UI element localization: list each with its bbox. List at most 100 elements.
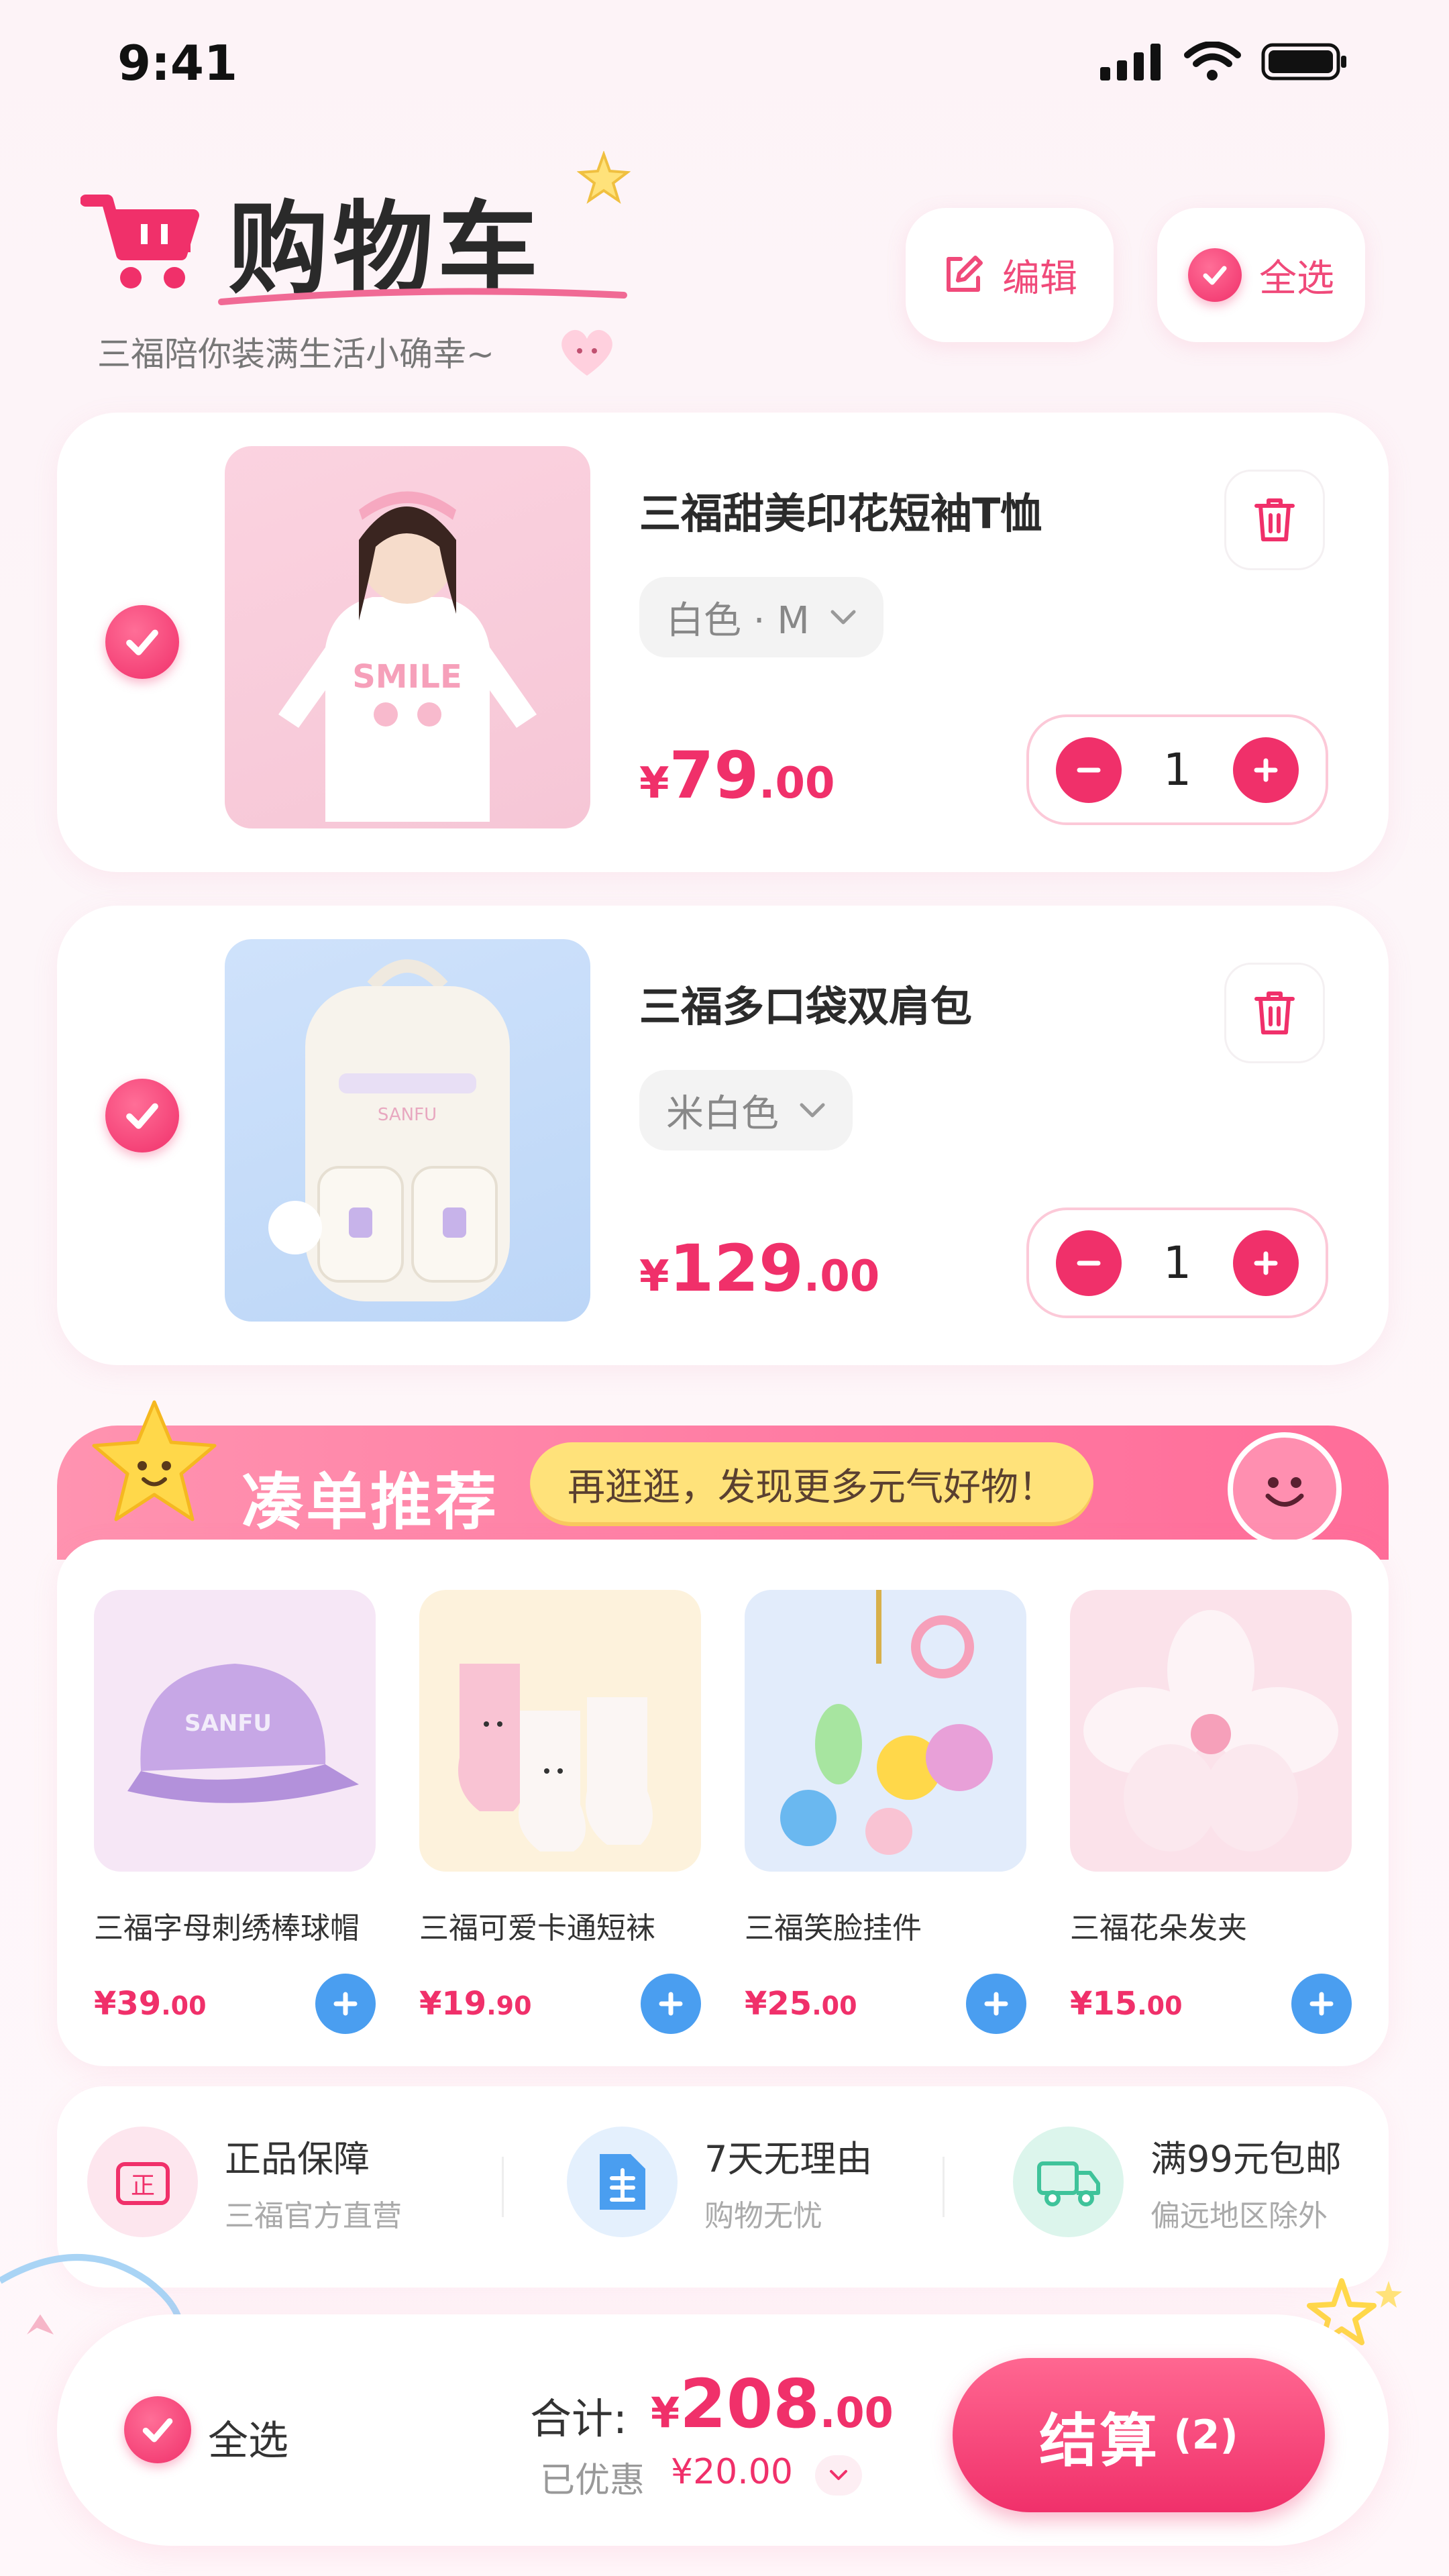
delete-button[interactable] [1224,470,1325,570]
delete-button[interactable] [1224,963,1325,1063]
divider [502,2157,504,2217]
select-all-checkbox[interactable] [124,2396,191,2463]
smiley-badge-icon [1228,1432,1342,1546]
guarantee-shipping: 满99元包邮 偏远地区除外 [1013,2127,1342,2237]
select-all-label[interactable]: 全选 [208,2408,288,2467]
smiling-star-icon [92,1400,217,1521]
recommend-price: ¥15.00 [1070,1985,1183,2023]
item-checkbox[interactable] [105,605,179,679]
edit-button[interactable]: 编辑 [906,208,1114,342]
discount-details-toggle[interactable] [815,2455,862,2496]
recommend-item[interactable]: 三福花朵发夹 ¥15.00 [1070,1590,1352,2034]
select-all-label: 全选 [1259,256,1334,301]
product-image-tshirt[interactable]: SMILE [225,446,590,828]
add-to-cart-button[interactable] [641,1974,701,2034]
recommend-image-hairclip[interactable] [1070,1590,1352,1872]
item-checkbox[interactable] [105,1079,179,1152]
edit-icon [947,256,983,292]
plus-icon [1254,758,1278,782]
total-amount: ¥208.00 [651,2365,894,2443]
recommend-tagline: 再逛逛，发现更多元气好物！ [530,1442,1093,1526]
quantity-stepper: 1 [1026,1208,1328,1318]
cart-item-card: SMILE 三福甜美印花短袖T恤 白色 · M ¥79.00 1 [57,413,1389,872]
total-label: 合计: [530,2394,627,2443]
quantity-value: 1 [1163,1237,1191,1289]
recommend-item[interactable]: SANFU 三福字母刺绣棒球帽 ¥39.00 [94,1590,376,2034]
variant-selector[interactable]: 白色 · M [639,577,883,657]
check-circle-icon [1188,248,1242,302]
guarantee-sub: 偏远地区除外 [1150,2199,1328,2233]
svg-text:SANFU: SANFU [378,1105,437,1125]
chevron-down-icon [830,610,856,625]
add-to-cart-button[interactable] [966,1974,1026,2034]
variant-label: 白色 · M [666,598,810,643]
product-price: ¥79.00 [639,738,835,813]
divider [943,2157,945,2217]
decrease-button[interactable] [1056,737,1122,803]
status-icons [1100,42,1348,82]
edit-label: 编辑 [1002,256,1077,301]
svg-text:SMILE: SMILE [352,658,462,696]
recommend-price: ¥19.90 [419,1985,532,2023]
recommend-name: 三福可爱卡通短袜 [419,1911,655,1945]
trash-icon [1254,991,1295,1034]
cart-item-card: SANFU 三福多口袋双肩包 米白色 ¥129.00 1 [57,906,1389,1365]
product-name: 三福多口袋双肩包 [639,982,973,1031]
discount-label: 已优惠 [540,2461,645,2501]
variant-label: 米白色 [666,1091,779,1136]
quantity-value: 1 [1163,744,1191,796]
delivery-truck-icon [1013,2127,1124,2237]
recommend-item[interactable]: 三福笑脸挂件 ¥25.00 [745,1590,1026,2034]
plus-icon [659,1992,683,2016]
decrease-button[interactable] [1056,1230,1122,1296]
recommend-name: 三福字母刺绣棒球帽 [94,1911,360,1945]
recommend-name: 三福花朵发夹 [1070,1911,1247,1945]
minus-icon [1077,1260,1101,1265]
recommend-price: ¥25.00 [745,1985,857,2023]
guarantee-sub: 购物无忧 [704,2199,822,2233]
guarantee-title: 7天无理由 [704,2138,873,2180]
battery-icon [1261,43,1346,80]
recommend-name: 三福笑脸挂件 [745,1911,922,1945]
minus-icon [1077,767,1101,772]
page-subtitle: 三福陪你装满生活小确幸~ [97,335,494,374]
variant-selector[interactable]: 米白色 [639,1070,853,1150]
svg-text:SANFU: SANFU [184,1710,272,1737]
shopping-cart-icon [80,194,199,288]
checkout-button[interactable]: 结算 (2) [953,2358,1325,2512]
chevron-down-icon [830,2470,847,2480]
recommend-image-socks[interactable] [419,1590,701,1872]
trash-icon [1254,498,1295,541]
quantity-stepper: 1 [1026,714,1328,825]
recommend-item[interactable]: 三福可爱卡通短袜 ¥19.90 [419,1590,701,2034]
guarantee-authentic: 正 正品保障 三福官方直营 [87,2127,402,2237]
document-icon [567,2127,678,2237]
guarantee-title: 正品保障 [225,2138,370,2180]
chevron-down-icon [800,1103,825,1118]
wifi-icon [1184,42,1241,80]
guarantee-return: 7天无理由 购物无忧 [567,2127,872,2237]
product-image-backpack[interactable]: SANFU [225,939,590,1322]
status-time: 9:41 [117,35,238,91]
plus-icon [984,1992,1008,2016]
guarantee-sub: 三福官方直营 [225,2199,402,2233]
add-to-cart-button[interactable] [1291,1974,1352,2034]
product-name: 三福甜美印花短袖T恤 [639,489,1042,538]
svg-text:正: 正 [130,2172,154,2200]
recommend-image-keychain[interactable] [745,1590,1026,1872]
increase-button[interactable] [1233,1230,1299,1296]
select-all-header-button[interactable]: 全选 [1157,208,1365,342]
heart-decoration-icon [561,329,612,376]
add-to-cart-button[interactable] [315,1974,376,2034]
authentic-badge-icon: 正 [87,2127,198,2237]
cellular-signal-icon [1100,43,1161,80]
recommend-image-cap[interactable]: SANFU [94,1590,376,1872]
plus-icon [333,1992,358,2016]
increase-button[interactable] [1233,737,1299,803]
recommend-title: 凑单推荐 [241,1466,500,1538]
plus-icon [1309,1992,1334,2016]
discount-amount[interactable]: ¥20.00 [671,2452,793,2492]
recommend-price: ¥39.00 [94,1985,207,2023]
title-underline-decoration [218,288,627,305]
sparkle-star-icon [577,151,631,204]
